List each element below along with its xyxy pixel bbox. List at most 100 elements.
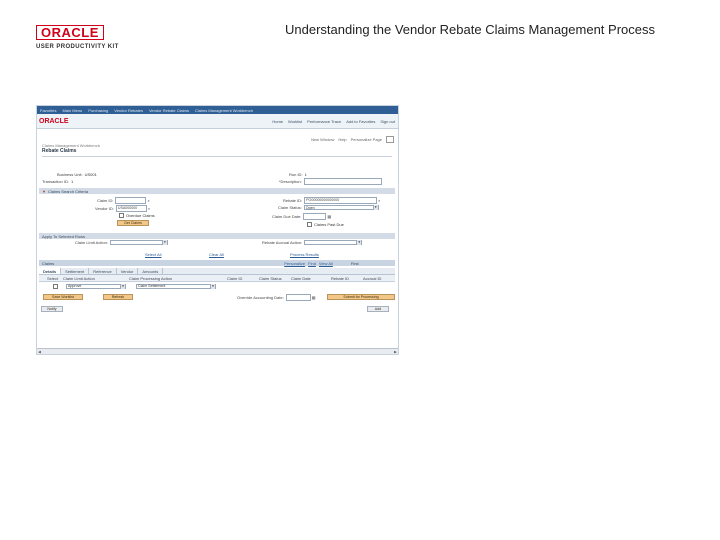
- row-limit-action-select[interactable]: Approve ▼: [66, 283, 126, 289]
- new-window-link[interactable]: New Window: [311, 137, 334, 142]
- business-unit-field: Business Unit: US001: [57, 172, 97, 177]
- claim-status-select[interactable]: Open ▼: [303, 205, 379, 210]
- first-link[interactable]: First: [351, 261, 359, 266]
- claims-grid-tabs: Details Settlement Reference Vendor Amou…: [39, 268, 395, 275]
- claim-id-lookup-icon[interactable]: ⌕: [147, 198, 151, 203]
- accounting-date-input[interactable]: [285, 294, 311, 301]
- col-rebate-id[interactable]: Rebate ID: [331, 276, 363, 281]
- calendar-icon[interactable]: ▦: [312, 295, 316, 300]
- row-processing-action-select[interactable]: Claim Settlement ▼: [136, 283, 216, 289]
- save-worklist-button[interactable]: Save Worklist: [43, 294, 83, 300]
- claim-limit-action-select[interactable]: ▼: [109, 240, 168, 245]
- col-processing-action[interactable]: Claim Processing Action: [129, 276, 227, 281]
- description-input[interactable]: [303, 178, 382, 185]
- page-options-icon[interactable]: [386, 135, 394, 143]
- chevron-down-icon: ▼: [372, 205, 378, 210]
- menu-vendor-rebates[interactable]: Vendor Rebates: [114, 108, 143, 113]
- col-claim-date[interactable]: Claim Date: [291, 276, 331, 281]
- submit-processing-button[interactable]: Submit for Processing: [327, 294, 395, 300]
- find-link[interactable]: Find: [308, 261, 316, 266]
- calendar-icon[interactable]: ▦: [327, 214, 331, 219]
- universal-nav: Home Worklist Performance Trace Add to F…: [267, 119, 395, 124]
- tab-reference[interactable]: Reference: [89, 268, 117, 274]
- scroll-right-icon[interactable]: ▶: [393, 350, 398, 354]
- claims-past-due-checkbox[interactable]: [307, 222, 312, 227]
- clear-all-link[interactable]: Clear All: [209, 252, 224, 257]
- claims-past-due-field: Claims Past Due: [307, 222, 344, 227]
- rebate-id-input[interactable]: PO00000000000000: [304, 197, 378, 204]
- claim-limit-action-field: Claim Limit Action: ▼: [75, 240, 168, 245]
- menu-favorites[interactable]: Favorites: [40, 108, 56, 113]
- claims-grid-columns: Select Claim Limit Action Claim Processi…: [39, 275, 395, 282]
- rebate-accrual-action-field: Rebate Accrual Action: ▼: [262, 240, 363, 245]
- col-claim-id[interactable]: Claim ID: [227, 276, 259, 281]
- col-limit-action[interactable]: Claim Limit Action: [63, 276, 129, 281]
- accounting-date-field: Override Accounting Date: ▦: [237, 294, 316, 301]
- table-row: Approve ▼ Claim Settlement ▼: [39, 282, 395, 290]
- transaction-id-field: Transaction ID: 1: [42, 179, 74, 184]
- help-link[interactable]: Help: [338, 137, 346, 142]
- nav-performance-trace[interactable]: Performance Trace: [307, 119, 341, 124]
- claim-due-date-field: Claim Due Date: ▦: [272, 213, 332, 220]
- apply-selected-section-header[interactable]: Apply To Selected Rows: [39, 233, 395, 239]
- tab-vendor[interactable]: Vendor: [117, 268, 139, 274]
- oracle-logo-wordmark: ORACLE: [36, 25, 104, 40]
- nav-worklist[interactable]: Worklist: [288, 119, 302, 124]
- page-utility-links: New Window Help Personalize Page: [37, 135, 398, 143]
- vendor-id-lookup-icon[interactable]: ⌕: [148, 206, 152, 211]
- view-all-link[interactable]: View All: [319, 261, 333, 266]
- notify-button[interactable]: Notify: [41, 306, 63, 312]
- rebate-id-lookup-icon[interactable]: ⌕: [378, 198, 382, 203]
- refresh-button[interactable]: Refresh: [103, 294, 133, 300]
- claim-status-field: Claim Status: Open ▼: [278, 205, 379, 210]
- personalize-link[interactable]: Personalize: [284, 261, 305, 266]
- overdue-claims-checkbox[interactable]: [119, 213, 124, 218]
- get-claims-button[interactable]: Get Claims: [117, 220, 149, 226]
- menu-claims-workbench[interactable]: Claims Management Workbench: [195, 108, 253, 113]
- upk-logo-subtitle: USER PRODUCTIVITY KIT: [36, 44, 119, 50]
- app-oracle-logo: ORACLE: [39, 117, 69, 125]
- tab-settlement[interactable]: Settlement: [61, 268, 90, 274]
- rebate-id-field: Rebate ID: PO00000000000000 ⌕: [283, 197, 382, 204]
- horizontal-scrollbar[interactable]: ◀ ▶: [37, 348, 398, 354]
- claims-grid-header: Claims Personalize Find View All First: [39, 260, 395, 266]
- rebate-accrual-action-select[interactable]: ▼: [304, 240, 363, 245]
- select-all-link[interactable]: Select All: [145, 252, 161, 257]
- personalize-page-link[interactable]: Personalize Page: [351, 137, 382, 142]
- tab-details[interactable]: Details: [39, 268, 62, 274]
- menu-purchasing[interactable]: Purchasing: [88, 108, 108, 113]
- claims-search-section-header[interactable]: ▼ Claims Search Criteria: [39, 188, 395, 194]
- col-select[interactable]: Select: [39, 276, 63, 281]
- claim-id-field: Claim ID: ⌕: [97, 197, 151, 204]
- nav-sign-out[interactable]: Sign out: [380, 119, 395, 124]
- tab-amounts[interactable]: Amounts: [138, 268, 164, 274]
- add-button[interactable]: Add: [367, 306, 389, 312]
- brand-bar: ORACLE Home Worklist Performance Trace A…: [37, 114, 398, 129]
- description-field: *Description:: [279, 178, 382, 185]
- chevron-down-icon: ▼: [210, 283, 215, 289]
- oracle-upk-logo: ORACLE USER PRODUCTIVITY KIT: [36, 24, 151, 50]
- vendor-id-input[interactable]: USA000000: [115, 205, 147, 212]
- col-accrual-id[interactable]: Accrual ID: [363, 276, 381, 281]
- top-breadcrumb-bar: Favorites Main Menu Purchasing Vendor Re…: [37, 106, 398, 114]
- claim-due-date-input[interactable]: [303, 213, 327, 220]
- overdue-claims-field: Overdue Claims: [119, 213, 155, 218]
- nav-home[interactable]: Home: [272, 119, 283, 124]
- document-title: Understanding the Vendor Rebate Claims M…: [285, 22, 655, 37]
- col-claim-status[interactable]: Claim Status: [259, 276, 291, 281]
- menu-vendor-rebate-claims[interactable]: Vendor Rebate Claims: [149, 108, 189, 113]
- chevron-down-icon: ▼: [356, 240, 362, 245]
- nav-add-favorites[interactable]: Add to Favorites: [346, 119, 375, 124]
- page-title: Rebate Claims: [42, 148, 392, 157]
- collapse-arrow-icon[interactable]: ▼: [42, 189, 46, 194]
- menu-main[interactable]: Main Menu: [62, 108, 82, 113]
- vendor-id-field: Vendor ID: USA000000 ⌕: [95, 205, 152, 212]
- scroll-left-icon[interactable]: ◀: [37, 350, 42, 354]
- app-screenshot: Favorites Main Menu Purchasing Vendor Re…: [36, 105, 399, 355]
- claim-id-input[interactable]: [115, 197, 147, 204]
- process-results-link[interactable]: Process Results: [290, 252, 319, 257]
- chevron-down-icon: ▼: [161, 240, 167, 245]
- row-select-checkbox[interactable]: [53, 283, 58, 289]
- chevron-down-icon: ▼: [120, 283, 125, 289]
- run-id-field: Run ID: 1: [289, 172, 307, 177]
